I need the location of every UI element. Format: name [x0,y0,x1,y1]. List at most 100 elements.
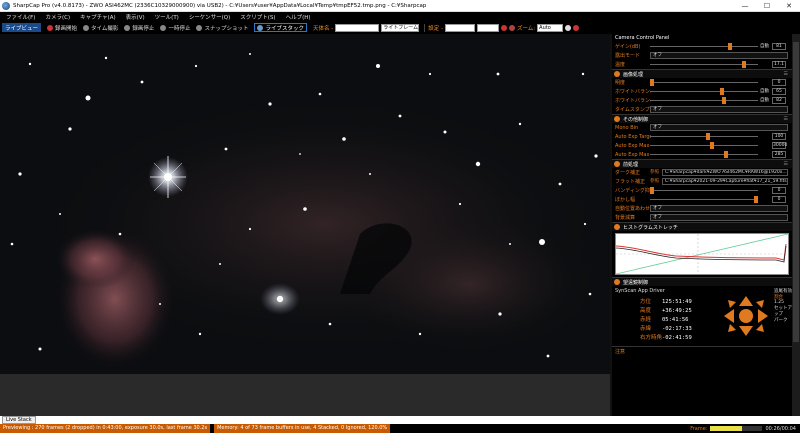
crosshair-icon[interactable] [508,24,515,31]
gain-slider-knob[interactable] [728,43,732,50]
auto-exp-max-gain-slider[interactable] [650,151,758,158]
magnifier-icon[interactable] [565,24,572,31]
auto-exp-target-value[interactable]: 100 [772,133,786,140]
banding-slider[interactable] [650,187,758,194]
auto-exp-max-gain-knob[interactable] [724,151,728,158]
blur-value[interactable]: 0 [772,196,786,203]
slew-west-button[interactable] [724,309,734,323]
menu-capture[interactable]: キャプチャ(A) [80,13,116,21]
slew-ne-button[interactable] [756,300,764,308]
record-stop-button[interactable]: 録画停止 [124,24,154,32]
drag-handle-icon[interactable]: ☰ [784,116,788,122]
park-checkbox[interactable]: パーク [774,317,792,323]
blur-slider[interactable] [650,196,758,203]
auto-exp-target-knob[interactable] [706,133,710,140]
blur-label: ぼかし幅 [615,197,636,203]
profile-extra-select[interactable] [476,23,499,32]
frame-type-select[interactable]: ライトフレーム [381,23,420,32]
gain-slider[interactable] [650,43,758,50]
menu-scripting[interactable]: スクリプト(S) [240,13,275,21]
close-button[interactable]: ✕ [778,2,800,10]
zoom-select[interactable]: Auto [537,23,564,32]
maximize-button[interactable]: ☐ [756,2,778,10]
mono-bin-select[interactable]: オフ [650,124,788,131]
gain-value[interactable]: 81 [772,43,786,50]
exposure-mode-select[interactable]: オフ [650,52,788,59]
histogram-icon [614,224,620,230]
live-stack-button[interactable]: ライブスタック [254,23,307,32]
camera-icon [196,24,203,31]
slew-east-button[interactable] [758,309,768,323]
record-stop-label: 録画停止 [132,25,155,32]
auto-exp-max-exp-value[interactable]: 30000 [772,142,787,149]
dark-path-field[interactable]: C:¥Sharpcap¥dark¥ZWO ASI462MC¥RAW16@1920… [662,169,788,176]
blur-slider-knob[interactable] [754,196,758,203]
gain-row: ゲイン(dB) 自動 81 [612,42,792,51]
target-name-input[interactable] [335,23,380,32]
auto-exp-max-exp-slider[interactable] [650,142,758,149]
live-image-view[interactable] [0,34,610,374]
banding-value[interactable]: 0 [772,187,786,194]
menu-sequencer[interactable]: シーケンサー(Q) [189,13,230,21]
wb-blue-value[interactable]: 82 [772,97,786,104]
menu-camera[interactable]: カメラ(C) [45,13,70,21]
color-picker-icon[interactable] [573,24,580,31]
pause-button[interactable]: 一時停止 [160,24,190,32]
drag-handle-icon[interactable]: ☰ [784,71,788,77]
slew-nw-button[interactable] [728,300,736,308]
brightness-label: 明度 [615,80,626,86]
menu-tools[interactable]: ツール(T) [155,13,179,21]
flat-path-field[interactable]: C:¥Sharpcap¥2021-09-29¥Capture¥flat¥17_2… [662,178,788,185]
auto-align-select[interactable]: オフ [650,205,788,212]
slew-se-button[interactable] [756,324,764,332]
slew-stop-button[interactable] [739,309,753,323]
image-processing-section-header[interactable]: 画像処理 ☰ [612,69,792,78]
image-processing-icon [614,71,620,77]
temperature-slider[interactable] [650,61,758,68]
auto-exp-max-gain-value[interactable]: 285 [772,151,786,158]
live-view-button[interactable]: ライブビュー [2,23,42,32]
profile-select[interactable] [444,23,475,32]
slew-north-button[interactable] [739,296,753,306]
histogram-stretch-graph[interactable] [615,233,789,275]
slew-south-button[interactable] [739,326,753,336]
wb-blue-auto-checkbox[interactable]: 自動 [760,97,769,103]
brightness-value[interactable]: 0 [772,79,786,86]
brightness-slider-knob[interactable] [650,79,654,86]
record-start-button[interactable]: 録画開始 [47,24,77,32]
settings-icon[interactable] [500,24,507,31]
auto-exp-max-exp-knob[interactable] [710,142,714,149]
menu-file[interactable]: ファイル(F) [6,13,35,21]
wb-blue-slider-knob[interactable] [722,97,726,104]
slew-sw-button[interactable] [728,324,736,332]
wb-red-auto-checkbox[interactable]: 自動 [760,88,769,94]
tab-live-stack[interactable]: Live Stack [2,416,36,424]
minimize-button[interactable]: — [734,2,756,10]
dark-browse-button[interactable]: 参照 [650,169,659,175]
panel-scrollbar[interactable] [792,34,800,416]
histogram-section-header[interactable]: ヒストグラムストレッチ [612,222,792,231]
wb-red-slider[interactable] [650,88,758,95]
timelapse-button[interactable]: タイム撮影 [83,24,118,32]
menu-view[interactable]: 表示(V) [126,13,145,21]
flat-browse-button[interactable]: 参照 [650,178,659,184]
snapshot-button[interactable]: スナップショット [196,24,248,32]
setup-button[interactable]: セットアップ [774,305,792,317]
wb-red-slider-knob[interactable] [720,88,724,95]
menu-help[interactable]: ヘルプ(H) [286,13,311,21]
panel-scrollbar-thumb[interactable] [793,42,799,342]
drag-handle-icon[interactable]: ☰ [784,161,788,167]
background-subtract-select[interactable]: オフ [650,214,788,221]
wb-blue-slider[interactable] [650,97,758,104]
misc-controls-section-header[interactable]: その他制御 ☰ [612,114,792,123]
preprocessing-section-header[interactable]: 前処理 ☰ [612,159,792,168]
gain-auto-checkbox[interactable]: 自動 [760,43,769,49]
wb-red-value[interactable]: 65 [772,88,786,95]
temperature-value[interactable]: 17.1 [772,61,786,68]
brightness-slider[interactable] [650,79,758,86]
banding-slider-knob[interactable] [650,187,654,194]
telescope-section-header[interactable]: 望遠鏡制御 [612,277,792,286]
temperature-slider-knob[interactable] [742,61,746,68]
auto-exp-target-slider[interactable] [650,133,758,140]
timestamp-select[interactable]: オフ [650,106,788,113]
